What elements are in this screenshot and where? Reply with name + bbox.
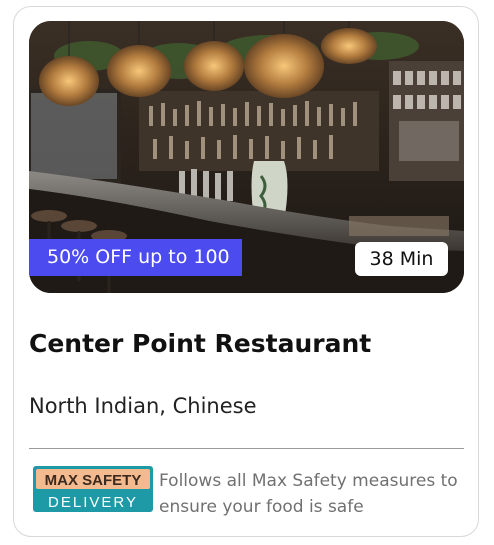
offer-badge: 50% OFF up to 100	[29, 239, 242, 276]
logo-line1: MAX SAFETY	[45, 472, 142, 489]
safety-message: Follows all Max Safety measures to ensur…	[159, 471, 458, 517]
logo-line2: DELIVERY	[48, 494, 138, 511]
restaurant-image[interactable]: 50% OFF up to 100 38 Min	[29, 21, 464, 293]
max-safety-delivery-logo: MAX SAFETY DELIVERY	[33, 466, 153, 512]
divider	[29, 448, 464, 449]
restaurant-name[interactable]: Center Point Restaurant	[29, 329, 371, 358]
delivery-time-badge: 38 Min	[355, 242, 448, 276]
restaurant-cuisines: North Indian, Chinese	[29, 394, 257, 418]
